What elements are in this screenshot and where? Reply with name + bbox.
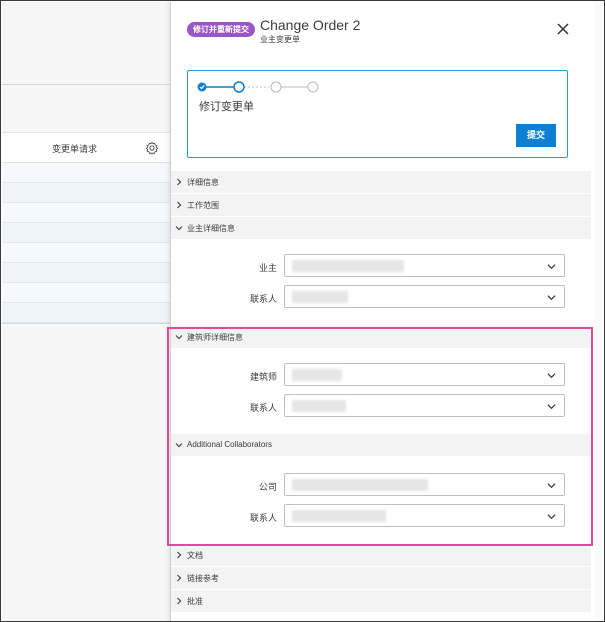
redacted-value [292,260,404,272]
progress-steps [197,81,319,93]
section-documents[interactable]: 文档 [171,544,591,566]
column-header-change-request[interactable]: 变更单请求 [52,142,97,155]
owner-contact-label: 联系人 [249,294,277,304]
architect-contact-select[interactable] [284,394,565,417]
section-label: 批准 [187,597,203,606]
redacted-value [292,510,386,522]
section-owner-details[interactable]: 业主详细信息 [171,217,591,239]
collab-contact-select[interactable] [284,504,565,527]
gear-icon[interactable] [145,141,159,155]
section-label: 业主详细信息 [187,224,235,233]
screenshot-frame: 变更单请求 修订并重新提交 Change Order 2 业主变更单 修订变更单… [0,0,605,622]
header-divider [2,84,170,85]
architect-contact-label: 联系人 [249,403,277,413]
chevron-down-icon [547,483,556,489]
section-label: 工作范围 [187,201,219,210]
submit-button[interactable]: 提交 [516,124,556,147]
chevron-down-icon [175,443,183,448]
table-row[interactable] [2,283,170,303]
chevron-right-icon [177,201,182,209]
panel-title: Change Order 2 [260,17,361,33]
current-step-label: 修订变更单 [199,101,254,113]
company-select[interactable] [284,473,565,496]
section-scope[interactable]: 工作范围 [171,194,591,216]
scrollbar-track[interactable] [595,2,603,621]
chevron-down-icon [547,264,556,270]
table-row[interactable] [2,203,170,223]
chevron-right-icon [177,597,182,605]
table-row[interactable] [2,263,170,283]
section-label: 详细信息 [187,178,219,187]
redacted-value [292,400,346,412]
chevron-down-icon [547,514,556,520]
chevron-down-icon [547,404,556,410]
table-rows [2,163,170,323]
table-row[interactable] [2,163,170,183]
table-row[interactable] [2,223,170,243]
chevron-down-icon [175,226,183,231]
chevron-down-icon [175,335,183,340]
table-row[interactable] [2,303,170,323]
section-label: 文档 [187,551,203,560]
section-label: 建筑师详细信息 [187,333,243,342]
close-icon[interactable] [556,22,570,36]
panel-subtitle: 业主变更单 [260,35,300,44]
table-row[interactable] [2,183,170,203]
table-row[interactable] [2,243,170,263]
redacted-value [292,369,342,381]
owner-select[interactable] [284,254,565,277]
architect-select[interactable] [284,363,565,386]
chevron-down-icon [547,295,556,301]
section-label: Additional Collaborators [187,440,272,449]
chevron-right-icon [177,574,182,582]
section-approval[interactable]: 批准 [171,590,591,612]
redacted-value [292,291,348,303]
change-order-panel: 修订并重新提交 Change Order 2 业主变更单 修订变更单 提交 详细… [170,2,604,621]
section-architect-details[interactable]: 建筑师详细信息 [171,326,591,348]
chevron-right-icon [177,178,182,186]
section-label: 链接参考 [187,574,219,583]
redacted-value [292,479,428,491]
section-link-references[interactable]: 链接参考 [171,567,591,589]
architect-label: 建筑师 [249,372,277,382]
company-label: 公司 [258,482,277,492]
chevron-right-icon [177,551,182,559]
owner-label: 业主 [258,263,277,273]
owner-contact-select[interactable] [284,285,565,308]
background-page: 变更单请求 [2,2,170,621]
table-bottom-divider [2,323,170,324]
status-badge: 修订并重新提交 [187,22,255,37]
workflow-stepper: 修订变更单 提交 [187,70,568,158]
section-additional-collaborators[interactable]: Additional Collaborators [171,434,591,456]
table-header: 变更单请求 [2,132,170,163]
section-details[interactable]: 详细信息 [171,171,591,193]
chevron-down-icon [547,373,556,379]
collab-contact-label: 联系人 [249,513,277,523]
